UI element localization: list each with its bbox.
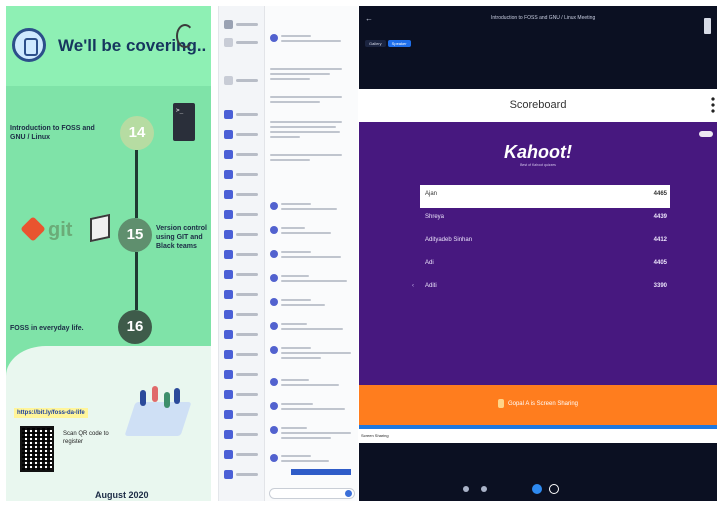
sidebar-item[interactable]	[224, 270, 262, 280]
scoreboard-title: Scoreboard	[509, 99, 567, 111]
meeting-title: Introduction to FOSS and GNU / Linux Mee…	[491, 15, 596, 21]
back-arrow-icon[interactable]: ←	[365, 14, 373, 23]
call-toolbar	[455, 484, 575, 498]
new-messages-banner[interactable]	[291, 469, 351, 475]
scoreboard-row: ‹ Aditi 3390	[412, 277, 670, 300]
sidebar-item[interactable]	[224, 110, 262, 120]
player-score: 3390	[653, 283, 667, 289]
message-list	[266, 6, 359, 501]
view-switcher: Gallery Speaker	[365, 32, 413, 50]
presentation-slide: We'll be covering.. Introduction to FOSS…	[6, 6, 211, 501]
sidebar-item[interactable]	[224, 370, 262, 380]
tab-gallery[interactable]: Gallery	[365, 40, 386, 47]
sidebar-item[interactable]	[224, 390, 262, 400]
sidebar-item[interactable]	[224, 170, 262, 180]
people-illustration-icon	[124, 382, 192, 438]
sidebar-item[interactable]	[224, 190, 262, 200]
sidebar-item[interactable]	[224, 230, 262, 240]
more-options-icon[interactable]	[711, 96, 715, 114]
sidebar-item[interactable]	[224, 330, 262, 340]
player-score: 4439	[653, 214, 667, 220]
mute-icon[interactable]	[463, 486, 469, 492]
player-name: Aditi	[425, 283, 437, 289]
screen-share-controls: Screen Sharing	[359, 429, 717, 443]
institute-logo-icon	[12, 28, 46, 62]
step-1-number: 14	[120, 116, 154, 150]
player-name: Ajan	[425, 191, 438, 197]
screen: We'll be covering.. Introduction to FOSS…	[0, 0, 721, 505]
chat-panel	[218, 6, 358, 501]
step-3-number: 16	[118, 310, 152, 344]
send-icon[interactable]	[345, 490, 352, 497]
scan-instruction: Scan QR code to register	[63, 431, 109, 445]
raise-hand-icon	[497, 399, 504, 408]
next-button[interactable]	[699, 131, 713, 137]
tech-community-logo-icon	[174, 24, 208, 70]
sidebar-item[interactable]	[224, 250, 262, 260]
scoreboard-row: Shreya 4439	[420, 208, 670, 231]
player-score: 4465	[653, 191, 667, 197]
shared-screen: Scoreboard Kahoot! Best of Kahoot quizze…	[359, 89, 717, 441]
sidebar-item[interactable]	[224, 310, 262, 320]
sidebar-item[interactable]	[224, 38, 262, 48]
video-call-window: ← Introduction to FOSS and GNU / Linux M…	[359, 6, 717, 501]
scoreboard-list: Ajan 4465 Shreya 4439 Adityadeb Sinhan 4…	[412, 185, 670, 300]
player-score: 4412	[653, 237, 667, 243]
step-1-text: Introduction to FOSS and GNU / Linux	[10, 125, 95, 141]
participants-icon[interactable]	[532, 484, 542, 494]
sidebar-item[interactable]	[224, 76, 262, 86]
sidebar-item[interactable]	[224, 410, 262, 420]
scoreboard-row: Adi 4405	[420, 254, 670, 277]
screen-share-label: Gopal A is Screen Sharing	[507, 401, 579, 408]
step-3-text: FOSS in everyday life.	[10, 325, 84, 332]
scoreboard-row: Ajan 4465	[420, 185, 670, 208]
sidebar-item[interactable]	[224, 350, 262, 360]
scoreboard-row: Adityadeb Sinhan 4412	[420, 231, 670, 254]
git-logo-text: git	[48, 219, 73, 241]
kahoot-logo: Kahoot!	[504, 142, 572, 162]
sidebar-item[interactable]	[224, 20, 262, 30]
phone-icon[interactable]	[704, 18, 711, 34]
timeline-connector	[135, 252, 138, 310]
screen-sharing-label: Screen Sharing	[361, 433, 389, 438]
rank-marker-icon: ‹	[412, 283, 414, 289]
package-box-icon	[90, 213, 110, 243]
sidebar-item[interactable]	[224, 290, 262, 300]
sidebar-item[interactable]	[224, 210, 262, 220]
git-logo-icon	[20, 216, 46, 242]
sidebar-item[interactable]	[224, 450, 262, 460]
timeline-connector	[135, 150, 138, 218]
channel-sidebar	[219, 6, 265, 501]
qr-code-icon	[20, 426, 54, 472]
screen-share-status: Gopal A is Screen Sharing	[359, 399, 717, 408]
sidebar-item[interactable]	[224, 470, 262, 480]
terminal-icon	[173, 103, 195, 141]
video-icon[interactable]	[481, 486, 487, 492]
kahoot-subtitle: Best of Kahoot quizzes	[520, 163, 556, 167]
sidebar-item[interactable]	[224, 430, 262, 440]
step-2-text: Version control using GIT and Black team…	[156, 225, 207, 250]
registration-link[interactable]: https://bit.ly/foss-da-life	[14, 408, 88, 418]
chat-message-input[interactable]	[269, 488, 355, 499]
tab-speaker[interactable]: Speaker	[387, 40, 411, 47]
screen-share-banner: Gopal A is Screen Sharing	[359, 385, 717, 425]
player-name: Adityadeb Sinhan	[425, 237, 473, 243]
step-2-number: 15	[118, 218, 152, 252]
player-name: Adi	[425, 260, 434, 266]
sidebar-item[interactable]	[224, 150, 262, 160]
event-date: August 2020	[95, 490, 149, 500]
scoreboard-header: Scoreboard	[359, 89, 717, 122]
sidebar-item[interactable]	[224, 130, 262, 140]
call-title-bar: ← Introduction to FOSS and GNU / Linux M…	[359, 6, 717, 34]
player-name: Shreya	[425, 214, 445, 220]
player-score: 4405	[653, 260, 667, 266]
leave-call-icon[interactable]	[549, 484, 559, 494]
